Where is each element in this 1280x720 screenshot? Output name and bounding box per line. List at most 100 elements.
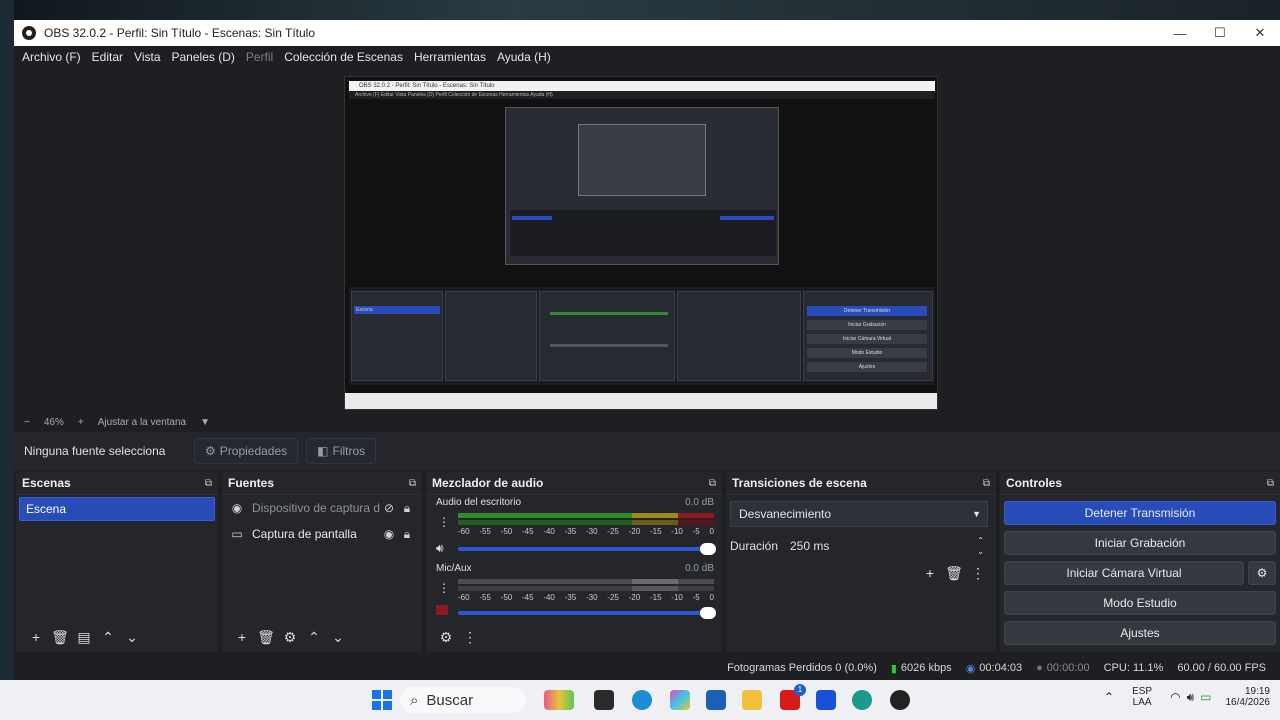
stop-stream-button[interactable]: Detener Transmisión bbox=[1004, 501, 1276, 525]
volume-slider[interactable] bbox=[458, 607, 716, 619]
edge-icon[interactable] bbox=[632, 690, 652, 710]
meter-tick-label: -35 bbox=[564, 593, 577, 602]
add-transition-icon[interactable]: + bbox=[918, 565, 942, 582]
widgets-icon[interactable] bbox=[544, 690, 574, 710]
controls-title: Controles bbox=[1006, 476, 1063, 490]
zoom-out-button[interactable]: − bbox=[24, 417, 30, 428]
settings-button[interactable]: Ajustes bbox=[1004, 621, 1276, 645]
source-item[interactable]: ▭ Captura de pantalla ◉ 🔒︎ bbox=[228, 523, 416, 545]
preview-stop-button: Detener Transmisión bbox=[807, 306, 927, 316]
scene-filters-icon[interactable]: ▤ bbox=[72, 629, 96, 646]
mixer-dock: Mezclador de audio ⧉ Audio del escritori… bbox=[426, 472, 722, 652]
volume-icon[interactable]: 🔊︎ bbox=[1187, 690, 1195, 705]
remove-source-icon[interactable]: 🗑 bbox=[254, 629, 278, 646]
meter-tick-label: -25 bbox=[607, 527, 619, 536]
meter-tick-label: -45 bbox=[521, 527, 534, 536]
file-explorer-icon[interactable] bbox=[742, 690, 762, 710]
add-source-icon[interactable]: + bbox=[230, 629, 254, 645]
minimize-button[interactable]: — bbox=[1160, 20, 1200, 46]
undock-icon[interactable]: ⧉ bbox=[709, 478, 716, 489]
duration-input[interactable]: 250 ms ⌃ ⌄ bbox=[784, 533, 988, 559]
muted-speaker-icon[interactable] bbox=[436, 605, 448, 615]
more-options-icon[interactable]: ⋮ bbox=[438, 581, 450, 595]
menu-vista[interactable]: Vista bbox=[134, 50, 160, 64]
eye-icon[interactable]: ◉ bbox=[380, 527, 398, 541]
source-item[interactable]: ◉ Dispositivo de captura de ⊘ 🔒︎ bbox=[228, 497, 416, 519]
advanced-audio-icon[interactable]: ⚙ bbox=[434, 629, 458, 646]
stream-icon: ◉ bbox=[965, 662, 976, 675]
add-scene-icon[interactable]: + bbox=[24, 629, 48, 645]
meter-tick-label: 0 bbox=[709, 527, 714, 536]
zoom-in-button[interactable]: + bbox=[78, 417, 84, 428]
menu-perfil[interactable]: Perfil bbox=[246, 50, 273, 64]
undock-icon[interactable]: ⧉ bbox=[205, 478, 212, 489]
spin-buttons[interactable]: ⌃ ⌄ bbox=[977, 535, 984, 557]
meter-tick-label: -10 bbox=[671, 527, 683, 536]
wifi-icon[interactable]: ◠ bbox=[1170, 690, 1180, 704]
task-view-icon[interactable] bbox=[594, 690, 614, 710]
language-indicator[interactable]: ESP LAA bbox=[1132, 686, 1152, 708]
meter-tick-label: -60 bbox=[458, 527, 470, 536]
preview-canvas[interactable]: OBS 32.0.2 - Perfil: Sin Título - Escena… bbox=[344, 76, 938, 410]
battery-icon[interactable]: ▭ bbox=[1200, 690, 1211, 704]
more-options-icon[interactable]: ⋮ bbox=[438, 515, 450, 529]
filters-button[interactable]: ◧ Filtros bbox=[306, 438, 377, 464]
move-up-icon[interactable]: ⌃ bbox=[302, 629, 326, 646]
title-bar[interactable]: OBS 32.0.2 - Perfil: Sin Título - Escena… bbox=[14, 20, 1280, 46]
volume-slider-knob[interactable] bbox=[700, 543, 716, 555]
windows-start-icon[interactable] bbox=[372, 690, 392, 710]
start-recording-button[interactable]: Iniciar Grabación bbox=[1004, 531, 1276, 555]
move-down-icon[interactable]: ⌄ bbox=[326, 629, 350, 646]
menu-editar[interactable]: Editar bbox=[92, 50, 123, 64]
meter-tick-label: 0 bbox=[709, 593, 714, 602]
no-source-label: Ninguna fuente selecciona bbox=[24, 444, 166, 458]
app-icon[interactable] bbox=[852, 690, 872, 710]
speaker-icon[interactable]: 🔊︎ bbox=[436, 541, 444, 556]
close-button[interactable]: ✕ bbox=[1240, 20, 1280, 46]
store-icon[interactable] bbox=[706, 690, 726, 710]
app-l-icon[interactable]: 1 bbox=[780, 684, 806, 710]
undock-icon[interactable]: ⧉ bbox=[1267, 478, 1274, 489]
virtual-camera-settings-button[interactable]: ⚙ bbox=[1248, 561, 1276, 585]
search-icon: ⌕ bbox=[410, 691, 419, 709]
studio-mode-button[interactable]: Modo Estudio bbox=[1004, 591, 1276, 615]
menu-paneles[interactable]: Paneles (D) bbox=[172, 50, 235, 64]
chevron-up-icon[interactable]: ⌃ bbox=[1104, 690, 1114, 704]
move-up-icon[interactable]: ⌃ bbox=[96, 629, 120, 646]
channel-name: Audio del escritorio bbox=[436, 497, 522, 508]
move-down-icon[interactable]: ⌄ bbox=[120, 629, 144, 646]
mixer-menu-icon[interactable]: ⋮ bbox=[458, 629, 482, 646]
properties-button[interactable]: ⚙ Propiedades bbox=[194, 438, 299, 464]
scene-item[interactable]: Escena bbox=[19, 497, 215, 521]
sources-footer: + 🗑 ⚙ ⌃ ⌄ bbox=[222, 622, 422, 652]
obs-taskbar-icon[interactable] bbox=[890, 690, 910, 710]
copilot-icon[interactable] bbox=[670, 690, 690, 710]
menu-herramientas[interactable]: Herramientas bbox=[414, 50, 486, 64]
lock-icon[interactable]: 🔒︎ bbox=[398, 527, 416, 542]
volume-slider[interactable] bbox=[458, 543, 716, 555]
remove-transition-icon[interactable]: 🗑 bbox=[942, 565, 966, 582]
transition-select[interactable]: Desvanecimiento ▼ bbox=[730, 501, 988, 527]
lock-icon[interactable]: 🔒︎ bbox=[398, 501, 416, 516]
source-toolbar: Ninguna fuente selecciona ⚙ Propiedades … bbox=[14, 432, 1280, 470]
remove-scene-icon[interactable]: 🗑 bbox=[48, 629, 72, 646]
hidden-eye-icon[interactable]: ⊘ bbox=[380, 501, 398, 515]
menu-coleccion[interactable]: Colección de Escenas bbox=[284, 50, 403, 64]
menu-archivo[interactable]: Archivo (F) bbox=[22, 50, 81, 64]
zoom-dropdown-icon[interactable]: ▼ bbox=[200, 417, 210, 428]
undock-icon[interactable]: ⧉ bbox=[983, 478, 990, 489]
transition-menu-icon[interactable]: ⋮ bbox=[966, 565, 990, 582]
start-virtual-camera-button[interactable]: Iniciar Cámara Virtual bbox=[1004, 561, 1244, 585]
menu-ayuda[interactable]: Ayuda (H) bbox=[497, 50, 551, 64]
roblox-icon[interactable] bbox=[816, 690, 836, 710]
maximize-button[interactable]: ☐ bbox=[1200, 20, 1240, 46]
undock-icon[interactable]: ⧉ bbox=[409, 478, 416, 489]
cpu-usage: CPU: 11.1% bbox=[1103, 662, 1164, 674]
volume-slider-knob[interactable] bbox=[700, 607, 716, 619]
preview-vcam-button: Iniciar Cámara Virtual bbox=[807, 334, 927, 344]
search-label: Buscar bbox=[426, 691, 474, 709]
source-properties-icon[interactable]: ⚙ bbox=[278, 629, 302, 646]
clock[interactable]: 19:19 16/4/2026 bbox=[1226, 686, 1271, 708]
fit-to-window[interactable]: Ajustar a la ventana bbox=[98, 417, 186, 428]
search-box[interactable]: ⌕ Buscar bbox=[400, 687, 526, 713]
